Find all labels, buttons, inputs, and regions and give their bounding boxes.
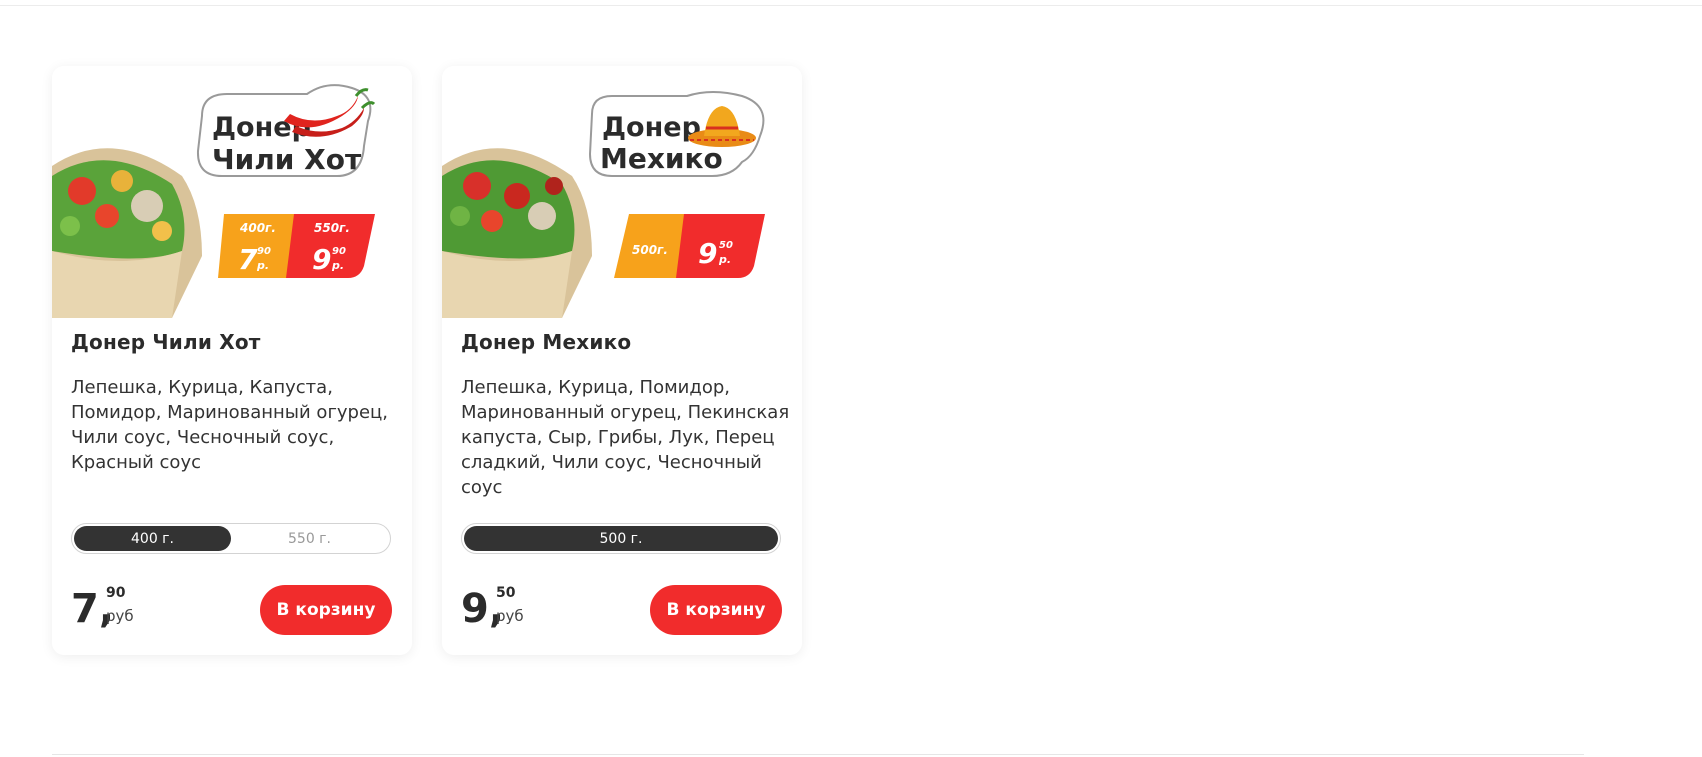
- product-title[interactable]: Донер Чили Хот: [71, 330, 261, 354]
- product-title[interactable]: Донер Мехико: [461, 330, 631, 354]
- badge-unit-2: р.: [331, 259, 344, 272]
- badge-weight-1: 500г.: [632, 243, 668, 257]
- brand-logo-sticker: Донер Мехико: [588, 91, 765, 177]
- badge-price-int-1: 9: [698, 237, 717, 270]
- top-divider: [0, 5, 1702, 6]
- size-option-500[interactable]: 500 г.: [464, 526, 778, 551]
- badge-price-dec-1: 90: [257, 246, 271, 257]
- price-currency: руб: [106, 607, 134, 625]
- badge-price-int-1: 7: [238, 243, 258, 276]
- logo-line-2: Мехико: [600, 142, 723, 175]
- size-option-550[interactable]: 550 г.: [231, 526, 388, 551]
- product-image[interactable]: Донер Чили Хот 400г. 7 90 р. 550г. 9 90 …: [52, 66, 412, 318]
- product-card-chili-hot[interactable]: Донер Чили Хот 400г. 7 90 р. 550г. 9 90 …: [52, 66, 412, 655]
- badge-price-int-2: 9: [312, 243, 331, 276]
- badge-price-dec-1: 50: [719, 240, 733, 251]
- size-option-400[interactable]: 400 г.: [74, 526, 231, 551]
- price-badge: 400г. 7 90 р. 550г. 9 90 р.: [218, 214, 375, 278]
- logo-line-1: Донер: [602, 112, 701, 143]
- badge-weight-2: 550г.: [314, 221, 350, 235]
- size-selector: 400 г. 550 г.: [71, 523, 391, 554]
- badge-unit-1: р.: [718, 253, 731, 266]
- add-to-cart-button[interactable]: В корзину: [260, 585, 392, 635]
- product-card-mexico[interactable]: Донер Мехико 500г. 9 50 р. Донер Мехико …: [442, 66, 802, 655]
- add-to-cart-button[interactable]: В корзину: [650, 585, 782, 635]
- badge-unit-1: р.: [256, 259, 269, 272]
- price-decimal: 50: [496, 585, 516, 601]
- logo-line-2: Чили Хот: [212, 143, 362, 176]
- badge-weight-1: 400г.: [239, 221, 276, 235]
- price-decimal: 90: [106, 585, 126, 601]
- size-selector: 500 г.: [461, 523, 781, 554]
- product-ingredients: Лепешка, Курица, Помидор, Маринованный о…: [461, 377, 790, 498]
- product-image[interactable]: Донер Мехико 500г. 9 50 р.: [442, 66, 802, 318]
- brand-logo-sticker: Донер Чили Хот: [196, 84, 376, 177]
- price-badge: 500г. 9 50 р.: [614, 214, 765, 278]
- doner-wrap-illustration: [52, 148, 202, 318]
- product-ingredients: Лепешка, Курица, Капуста, Помидор, Марин…: [71, 377, 389, 473]
- doner-wrap-illustration: [442, 148, 592, 318]
- price-currency: руб: [496, 607, 524, 625]
- bottom-divider: [52, 754, 1584, 755]
- badge-price-dec-2: 90: [332, 246, 346, 257]
